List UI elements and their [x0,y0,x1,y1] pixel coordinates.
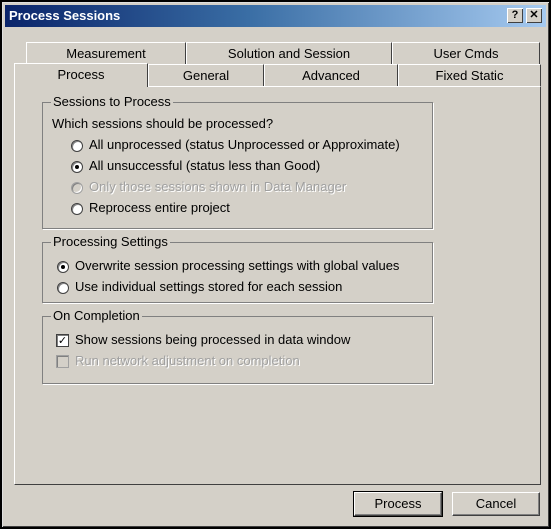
tab-fixed-static[interactable]: Fixed Static [398,64,541,86]
processing-settings-group: Processing Settings Overwrite session pr… [42,234,433,303]
help-icon[interactable]: ? [507,8,523,23]
checkbox-show-sessions[interactable]: ✓ [56,334,69,347]
radio-all-unsuccessful-label[interactable]: All unsuccessful (status less than Good) [89,158,320,173]
radio-individual-settings[interactable] [57,282,69,294]
settings-group-legend: Processing Settings [51,234,170,249]
process-button[interactable]: Process [353,491,443,517]
tab-solution-and-session[interactable]: Solution and Session [186,42,392,64]
sessions-group-legend: Sessions to Process [51,94,173,109]
radio-reprocess-entire-project[interactable] [71,203,83,215]
checkbox-run-network-adjustment [56,355,69,368]
radio-overwrite-settings-label[interactable]: Overwrite session processing settings wi… [75,258,399,273]
completion-group-legend: On Completion [51,308,142,323]
tab-general[interactable]: General [148,64,264,86]
tab-measurement[interactable]: Measurement [26,42,186,64]
window-title: Process Sessions [9,8,121,23]
sessions-question: Which sessions should be processed? [52,116,274,131]
radio-all-unprocessed[interactable] [71,140,83,152]
radio-only-shown-sessions-label: Only those sessions shown in Data Manage… [89,179,347,194]
radio-all-unsuccessful[interactable] [71,161,83,173]
tab-user-cmds[interactable]: User Cmds [392,42,540,64]
tab-advanced[interactable]: Advanced [264,64,398,86]
checkbox-run-network-adjustment-label: Run network adjustment on completion [75,353,300,368]
radio-only-shown-sessions [71,182,83,194]
cancel-button[interactable]: Cancel [452,492,540,516]
close-icon[interactable]: ✕ [526,8,542,23]
radio-overwrite-settings[interactable] [57,261,69,273]
title-bar[interactable]: Process Sessions ? ✕ [5,5,546,27]
sessions-to-process-group: Sessions to Process Which sessions shoul… [42,94,433,229]
radio-individual-settings-label[interactable]: Use individual settings stored for each … [75,279,342,294]
process-tab-panel: Sessions to Process Which sessions shoul… [14,86,541,485]
process-sessions-dialog: Process Sessions ? ✕ Measurement Solutio… [2,2,549,527]
radio-reprocess-entire-project-label[interactable]: Reprocess entire project [89,200,230,215]
checkbox-show-sessions-label[interactable]: Show sessions being processed in data wi… [75,332,350,347]
tab-process[interactable]: Process [14,63,148,87]
on-completion-group: On Completion ✓ Show sessions being proc… [42,308,433,384]
radio-all-unprocessed-label[interactable]: All unprocessed (status Unprocessed or A… [89,137,400,152]
